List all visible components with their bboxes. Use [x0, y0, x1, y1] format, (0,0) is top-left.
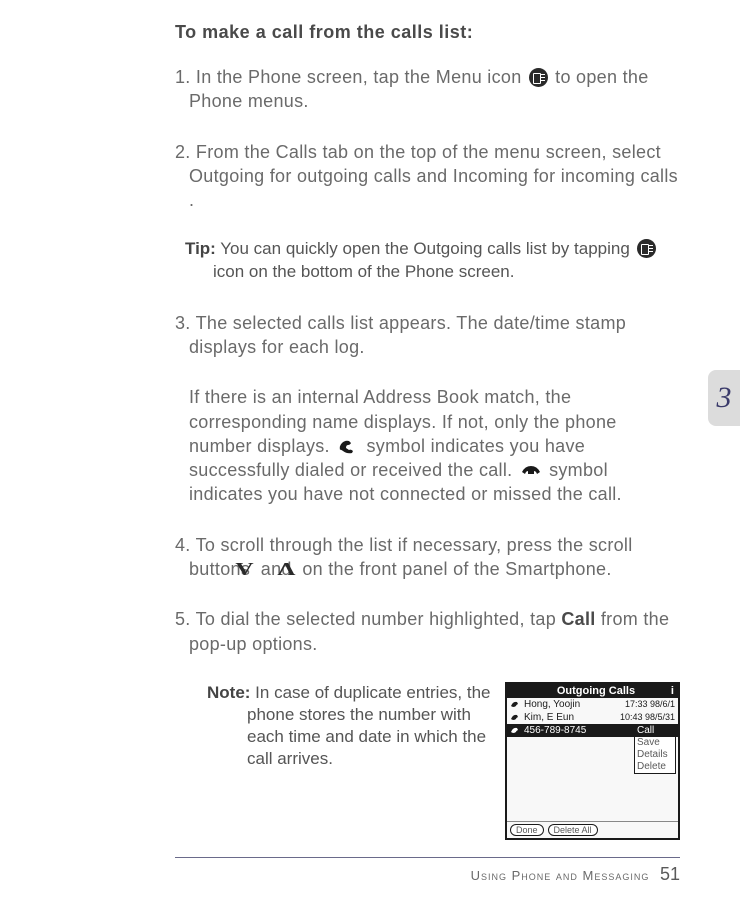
phone-connected-icon	[337, 436, 359, 452]
step-4-c: on the front panel of the Smartphone.	[302, 559, 611, 579]
calls-icon	[637, 239, 656, 258]
scr-row-0-name: Hong, Yoojin	[524, 699, 580, 710]
footer-text: Using Phone and Messaging	[471, 868, 650, 883]
outgoing-calls-screenshot: Outgoing Calls i Hong, Yoojin 17:33 98/6…	[505, 682, 680, 840]
page-number: 51	[660, 864, 680, 884]
scr-menu-call: Call	[635, 725, 675, 737]
scr-bottom-bar: Done Delete All	[507, 821, 678, 838]
step-3-para: If there is an internal Address Book mat…	[189, 385, 680, 506]
scr-menu-delete: Delete	[635, 761, 675, 773]
scr-row-0: Hong, Yoojin 17:33 98/6/1	[507, 698, 678, 711]
step-1-text-a: 1. In the Phone screen, tap the Menu ico…	[175, 67, 527, 87]
tip-text-b: icon on the bottom of the Phone screen.	[213, 262, 514, 281]
tip-text-a: You can quickly open the Outgoing calls …	[216, 239, 635, 258]
tip-block: Tip: You can quickly open the Outgoing c…	[185, 238, 680, 282]
page-footer: Using Phone and Messaging 51	[175, 857, 680, 885]
note-label: Note:	[207, 683, 250, 702]
scr-popup-menu: Call Save Details Delete	[634, 724, 676, 774]
scr-title-text: Outgoing Calls	[557, 685, 635, 697]
call-label: Call	[561, 609, 595, 629]
scr-titlebar: Outgoing Calls i	[507, 684, 678, 698]
scr-row-1-name: Kim, E Eun	[524, 712, 574, 723]
scr-row-1: Kim, E Eun 10:43 98/5/31	[507, 711, 678, 724]
scr-deleteall-button: Delete All	[548, 824, 598, 836]
note-text: In case of duplicate entries, the phone …	[247, 683, 491, 768]
scr-row-2-name: 456-789-8745	[524, 725, 586, 736]
step-5-a: 5. To dial the selected number highlight…	[175, 609, 561, 629]
scr-row-1-time: 10:43 98/5/31	[620, 712, 675, 722]
phone-missed-icon	[520, 460, 542, 476]
chapter-tab: 3	[708, 370, 740, 426]
menu-icon	[529, 68, 548, 87]
scr-menu-details: Details	[635, 749, 675, 761]
step-5: 5. To dial the selected number highlight…	[175, 607, 680, 656]
scr-title-icon: i	[671, 685, 674, 697]
scr-done-button: Done	[510, 824, 544, 836]
note-and-screenshot: Note: In case of duplicate entries, the …	[207, 682, 680, 840]
scr-body: 456-789-8745 9:31 Call Save Details Dele…	[507, 724, 678, 821]
scr-menu-save: Save	[635, 737, 675, 749]
step-4: 4. To scroll through the list if necessa…	[175, 533, 680, 582]
tip-label: Tip:	[185, 239, 216, 258]
note-block: Note: In case of duplicate entries, the …	[207, 682, 491, 840]
scr-row-0-time: 17:33 98/6/1	[625, 699, 675, 709]
step-2: 2. From the Calls tab on the top of the …	[175, 140, 680, 213]
section-heading: To make a call from the calls list:	[175, 22, 680, 43]
step-3: 3. The selected calls list appears. The …	[175, 311, 680, 360]
step-1: 1. In the Phone screen, tap the Menu ico…	[175, 65, 680, 114]
